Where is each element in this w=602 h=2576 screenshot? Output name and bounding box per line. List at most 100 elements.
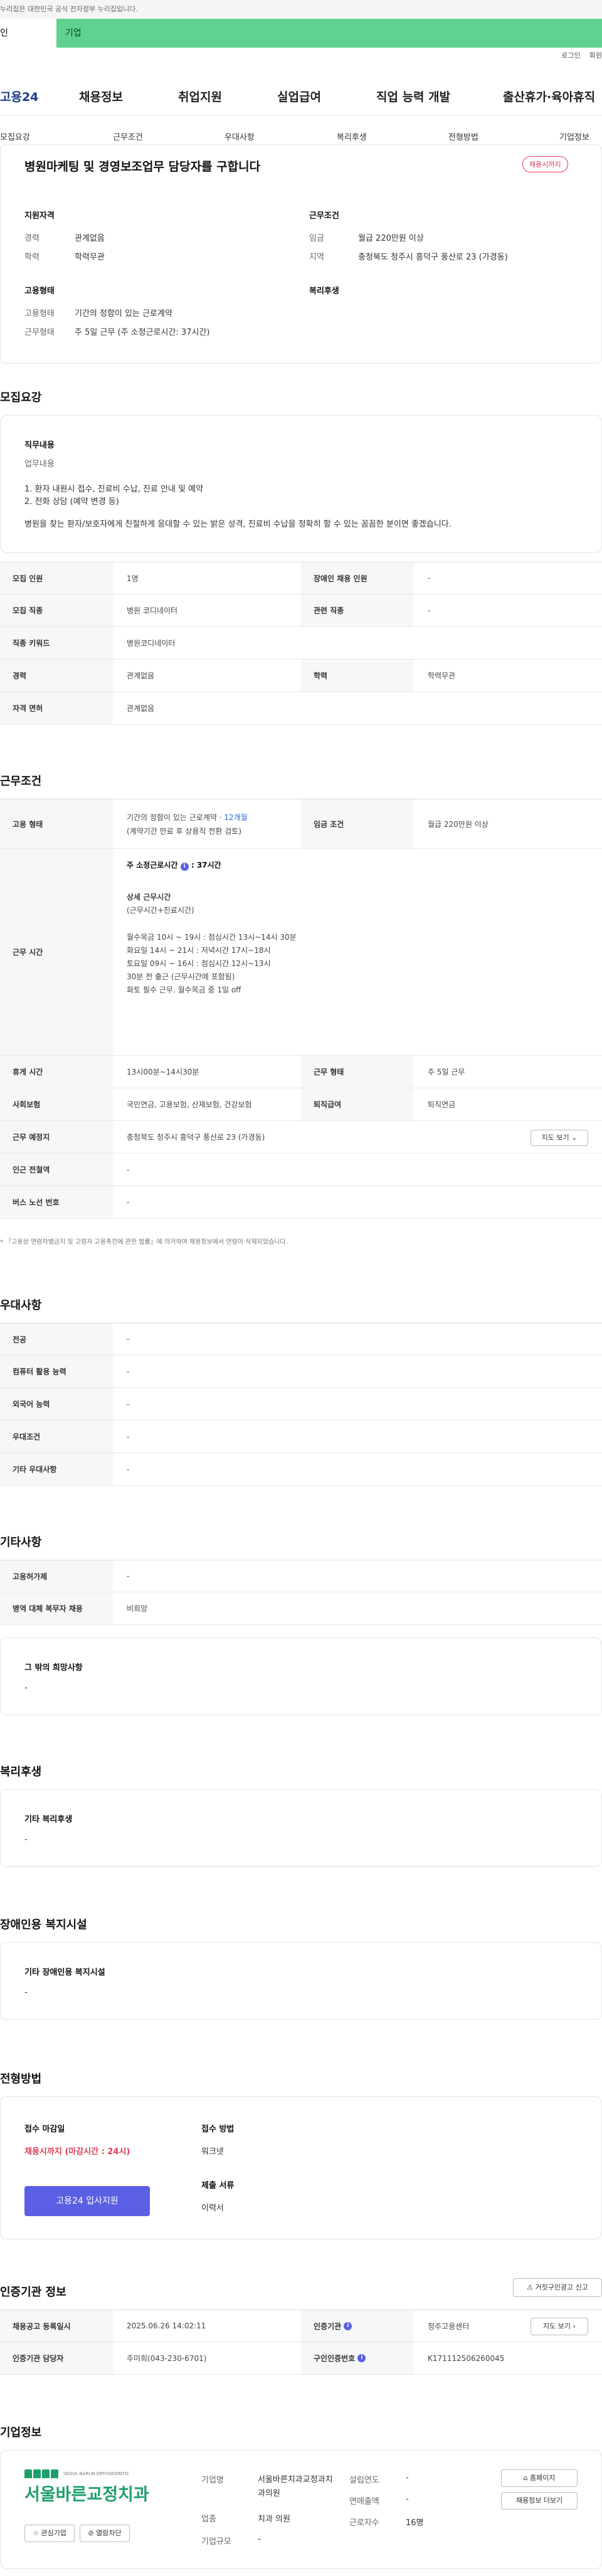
company-key: 근로자수 bbox=[349, 2518, 379, 2528]
info-icon[interactable]: i bbox=[180, 863, 189, 871]
table-row: 휴게 시간 13시00분~14시30분 근무 형태 주 5일 근무 bbox=[0, 1056, 602, 1088]
apply-button[interactable]: 고용24 입사지원 bbox=[24, 2186, 150, 2216]
row-key: 구인인증번호 i bbox=[301, 2342, 414, 2374]
gnb-training[interactable]: 직업 능력 개발 bbox=[376, 78, 450, 116]
row-key-label: 인증기관 bbox=[314, 2321, 342, 2331]
row-key: 외국어 능력 bbox=[0, 1388, 113, 1420]
cond-val: 충청북도 청주시 흥덕구 풍산로 23 (가경동) bbox=[358, 253, 508, 262]
company-val: - bbox=[406, 2495, 409, 2504]
job-summary-card: 병원마케팅 및 경영보조업무 담당자를 구합니다 채용시까지 지원자격 경력 관… bbox=[0, 144, 602, 364]
job-desc-line: 1. 환자 내원시 접수, 진료비 수납, 진료 안내 및 예약 bbox=[24, 485, 204, 494]
block-icon: ⊘ bbox=[88, 2529, 94, 2537]
row-key: 직종 키워드 bbox=[0, 627, 113, 659]
table-row: 모집 인원 1명 장애인 채용 인원 - bbox=[0, 562, 602, 594]
map-button-label: 지도 보기 bbox=[541, 1133, 569, 1142]
map-button[interactable]: 지도 보기 ⌄ bbox=[531, 1130, 588, 1146]
row-val: - bbox=[428, 574, 431, 582]
table-row: 버스 노선 번호 - bbox=[0, 1186, 602, 1219]
more-jobs-button[interactable]: 채용정보 더보기 bbox=[501, 2492, 578, 2510]
login-link[interactable]: 로그인 bbox=[561, 51, 580, 60]
gnb-jobs[interactable]: 채용정보 bbox=[79, 78, 123, 116]
info-icon[interactable]: i bbox=[357, 2354, 366, 2362]
row-key: 고용 형태 bbox=[0, 799, 113, 848]
row-val: - bbox=[127, 1197, 130, 1207]
row-val: 주미희(043-230-6701) bbox=[127, 2354, 207, 2363]
lnb-recruit[interactable]: 모집요강 bbox=[0, 130, 30, 142]
job-desc-label: 직무내용 bbox=[24, 441, 55, 450]
hope-card: 그 밖의 희망사항 - bbox=[0, 1638, 602, 1715]
docs-label: 제출 서류 bbox=[201, 2181, 235, 2190]
table-row: 고용허가제 - bbox=[0, 1560, 602, 1592]
tab-company[interactable]: 기업 bbox=[56, 19, 602, 48]
row-val: - bbox=[127, 1432, 130, 1441]
row-key: 모집 인원 bbox=[0, 562, 113, 594]
hours-value: : 37시간 bbox=[191, 861, 221, 870]
gnb-benefit[interactable]: 실업급여 bbox=[277, 78, 321, 116]
age-notice-text: 『고용상 연령차별금지 및 고령자 고용촉진에 관한 법률』에 의거하여 채용정… bbox=[5, 1239, 288, 1246]
chevron-right-icon: › bbox=[573, 2322, 576, 2330]
row-val: 비희망 bbox=[127, 1604, 148, 1613]
report-fake-ad-button[interactable]: ⚠ 거짓구인광고 신고 bbox=[513, 2278, 602, 2297]
company-heading: 기업정보 bbox=[0, 2426, 42, 2439]
interest-company-button[interactable]: ☆ 관심기업 bbox=[24, 2525, 75, 2542]
table-row: 근무 예정지 충청북도 청주시 흥덕구 풍산로 23 (가경동) 지도 보기 ⌄ bbox=[0, 1121, 602, 1154]
hours-line: 화토 필수 근무. 월수목금 중 1일 off bbox=[127, 986, 241, 994]
company-logo: SEOUL BARUN ORTHODONTIC 서울바른교정치과 bbox=[24, 2469, 156, 2515]
row-val: - bbox=[127, 1399, 130, 1409]
table-row: 사회보험 국민연금, 고용보험, 산재보험, 건강보험 퇴직급여 퇴직연금 bbox=[0, 1088, 602, 1121]
deadline-value: 채용시까지 (마감시간 : 24시) bbox=[24, 2147, 130, 2157]
info-icon[interactable]: i bbox=[344, 2321, 352, 2330]
hours-line: 토요일 09시 ~ 16시 : 점심시간 12시~13시 bbox=[127, 959, 271, 968]
lnb-company[interactable]: 기업정보 bbox=[559, 130, 589, 142]
agency-map-button[interactable]: 지도 보기 › bbox=[531, 2318, 588, 2335]
disab-card: 기타 장애인용 복지시설 - bbox=[0, 1942, 602, 2020]
emp-val: 주 5일 근무 (주 소정근로시간: 37시간) bbox=[75, 328, 210, 337]
emp-val: 기간의 정함이 있는 근로계약 bbox=[75, 309, 172, 318]
block-view-button[interactable]: ⊘ 열람차단 bbox=[80, 2525, 130, 2542]
company-val: - bbox=[258, 2535, 261, 2544]
deadline-label: 접수 마감일 bbox=[24, 2125, 65, 2134]
gnb-parental[interactable]: 출산휴가·육아휴직 bbox=[503, 78, 595, 116]
row-val: 기간의 정함이 있는 근로계약 · 12개월 (계약기간 만료 후 상용직 전환… bbox=[113, 799, 301, 848]
method-label: 접수 방법 bbox=[201, 2125, 235, 2134]
gnb-support[interactable]: 취업지원 bbox=[178, 78, 222, 116]
row-val: K171112506260045 bbox=[428, 2353, 505, 2363]
age-notice: * 『고용상 연령차별금지 및 고령자 고용촉진에 관한 법률』에 의거하여 채… bbox=[0, 1239, 288, 1246]
report-button-label: 거짓구인광고 신고 bbox=[535, 2283, 588, 2291]
row-key: 채용공고 등록일시 bbox=[0, 2310, 113, 2342]
homepage-label: 홈페이지 bbox=[530, 2474, 556, 2482]
row-val: 병원코디네이터 bbox=[127, 639, 176, 648]
block-label: 열람차단 bbox=[96, 2529, 122, 2537]
table-row: 전공 - bbox=[0, 1323, 602, 1355]
work-heading: 근무조건 bbox=[0, 775, 42, 788]
row-key: 근무 형태 bbox=[301, 1056, 414, 1088]
tab-individual[interactable]: 인 bbox=[0, 19, 56, 48]
deadline-badge: 채용시까지 bbox=[522, 156, 568, 172]
hope-title: 그 밖의 희망사항 bbox=[24, 1663, 83, 1673]
selection-heading: 전형방법 bbox=[0, 2073, 42, 2086]
table-row: 고용 형태 기간의 정함이 있는 근로계약 · 12개월 (계약기간 만료 후 … bbox=[0, 799, 602, 849]
hours-line: 월수목금 10시 ~ 19시 : 점심시간 13시~14시 30분 bbox=[127, 933, 297, 942]
lnb-pref[interactable]: 우대사항 bbox=[224, 130, 255, 142]
table-row: 경력 관계없음 학력 학력무관 bbox=[0, 660, 602, 692]
lnb-welfare[interactable]: 복리후생 bbox=[337, 130, 367, 142]
homepage-button[interactable]: ⌂ 홈페이지 bbox=[501, 2469, 578, 2487]
recruit-heading: 모집요강 bbox=[0, 391, 42, 404]
qual-val: 학력무관 bbox=[75, 253, 105, 262]
row-val: 국민연금, 고용보험, 산재보험, 건강보험 bbox=[127, 1100, 252, 1109]
row-key: 자격 면허 bbox=[0, 692, 113, 724]
interest-label: 관심기업 bbox=[41, 2529, 66, 2537]
row-val: 관계없음 bbox=[127, 704, 155, 713]
row-key: 근무 시간 bbox=[0, 849, 113, 1055]
cond-val: 월급 220만원 이상 bbox=[358, 234, 424, 243]
company-key: 연매출액 bbox=[349, 2497, 379, 2506]
lnb-work[interactable]: 근무조건 bbox=[113, 130, 143, 142]
job-desc-line: 2. 전화 상담 (예약 변경 등) bbox=[24, 497, 119, 507]
table-row: 우대조건 - bbox=[0, 1421, 602, 1453]
emp-title: 고용형태 bbox=[24, 287, 55, 296]
signup-link[interactable]: 회원 bbox=[589, 51, 602, 60]
row-val: 학력무관 bbox=[428, 671, 456, 680]
row-key: 관련 직종 bbox=[301, 594, 414, 626]
site-logo[interactable]: 고용24 bbox=[0, 78, 38, 116]
lnb-selection[interactable]: 전형방법 bbox=[448, 130, 478, 142]
